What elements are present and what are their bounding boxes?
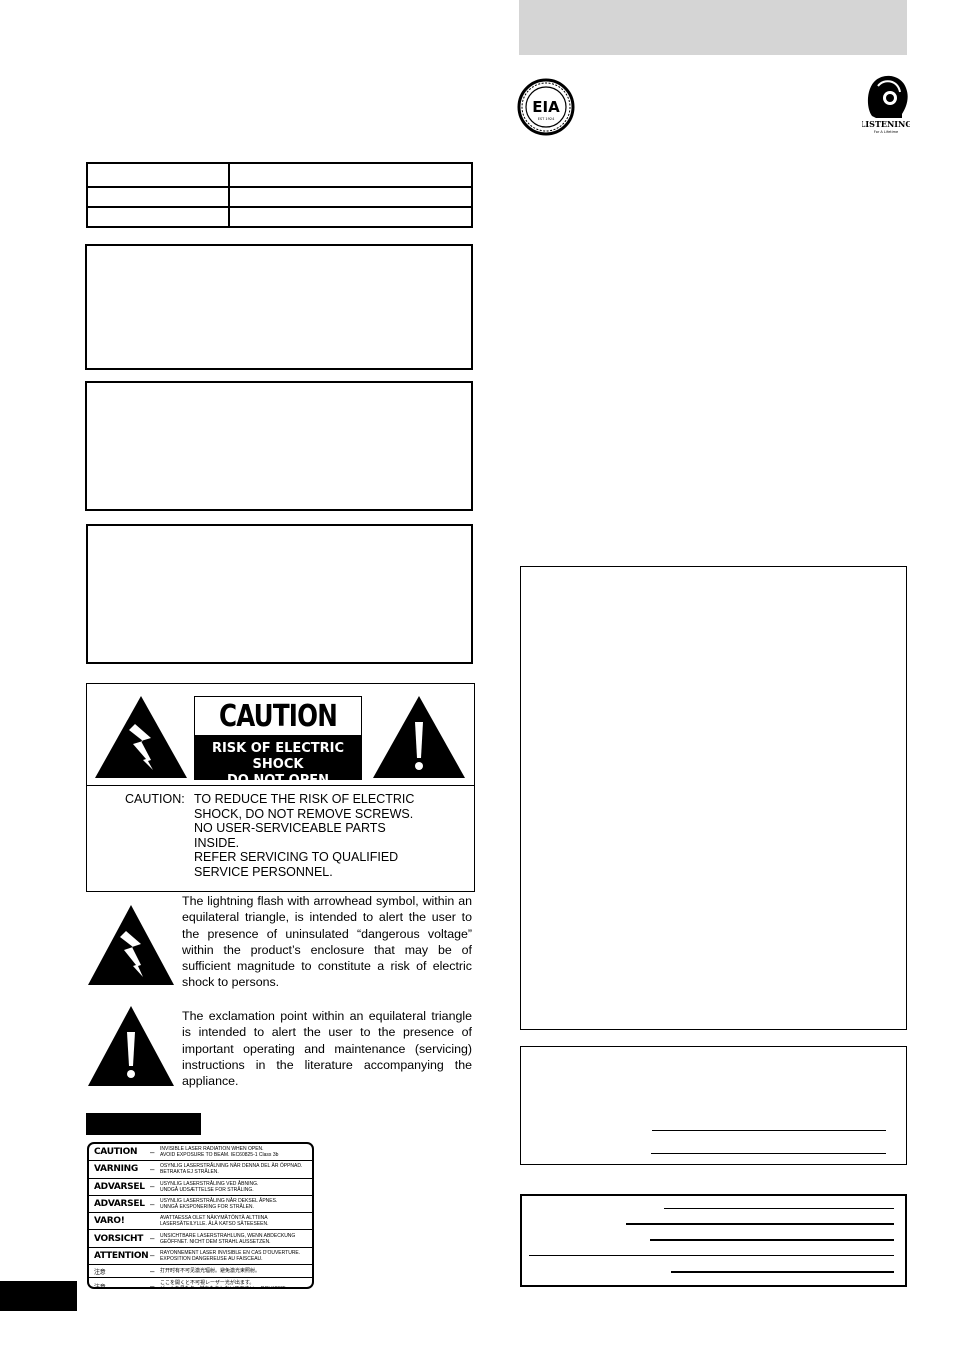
table-cell-label: [86, 162, 230, 188]
listening-logo: LISTENING For A Lifetime: [860, 72, 912, 136]
laser-label-dash: –: [150, 1266, 155, 1276]
spec-table: [86, 162, 473, 228]
laser-label-message: USYNLIG LASERSTRÅLING NÅR DEKSEL ÅPNES. …: [160, 1198, 278, 1211]
laser-label-message: 打开时有不可见激光辐射。避免激光束照射。: [160, 1268, 261, 1275]
laser-label-dash: –: [150, 1234, 155, 1244]
caution-label: CAUTION RISK OF ELECTRIC SHOCK DO NOT OP…: [194, 696, 362, 788]
listening-logo-subtext: For A Lifetime: [874, 130, 898, 134]
laser-label-row: VARO! AVATTAESSA OLET NÄKYMÄTÖNTÄ ALTTII…: [89, 1213, 312, 1231]
notice-box: [85, 381, 473, 511]
laser-label-row: 注意 – ここを開くと不可視レーザー光が出ます。 ビームを見たり、触れたりしない…: [89, 1278, 312, 1289]
caution-label-line1: RISK OF ELECTRIC SHOCK: [211, 741, 345, 772]
laser-label-word: VARNING: [94, 1164, 138, 1175]
page-number-tab: [0, 1281, 77, 1311]
laser-label-word: 注意: [94, 1283, 106, 1289]
laser-label-row: 注意 – 打开时有不可见激光辐射。避免激光束照射。: [89, 1265, 312, 1279]
fill-in-box: [520, 1046, 907, 1165]
laser-label-dash: –: [150, 1251, 155, 1261]
caution-panel: CAUTION RISK OF ELECTRIC SHOCK DO NOT OP…: [86, 683, 475, 892]
laser-label-message: ここを開くと不可視レーザー光が出ます。 ビームを見たり、触れたりしないで下さい。…: [160, 1280, 286, 1287]
table-cell-value: [228, 186, 473, 208]
laser-label-dash: –: [150, 1164, 155, 1174]
caution-label-title: CAUTION: [218, 699, 338, 734]
exclamation-symbol-description: The exclamation point within an equilate…: [182, 1009, 472, 1089]
laser-label-row: CAUTION – INVISIBLE LASER RADIATION WHEN…: [89, 1144, 312, 1162]
laser-label-message: AVATTAESSA OLET NÄKYMÄTÖNTÄ ALTTIINA LAS…: [160, 1215, 269, 1228]
laser-label-word: VORSICHT: [94, 1233, 144, 1244]
eia-logo-text: EIA: [532, 98, 560, 116]
eia-logo: EIA EST 1924: [516, 78, 576, 136]
laser-label-word: VARO!: [94, 1216, 125, 1227]
caution-body: TO REDUCE THE RISK OF ELECTRIC SHOCK, DO…: [194, 792, 415, 879]
laser-label-word: ADVARSEL: [94, 1199, 145, 1210]
laser-label-heading-bar: [86, 1113, 201, 1135]
laser-label-word: 注意: [94, 1268, 106, 1276]
exclamation-warning-icon: [86, 1004, 176, 1093]
laser-label-word: CAUTION: [94, 1147, 138, 1158]
laser-warning-label: CAUTION – INVISIBLE LASER RADIATION WHEN…: [87, 1142, 314, 1289]
lightning-warning-icon: [93, 694, 189, 785]
listening-logo-text: LISTENING: [862, 119, 910, 129]
caution-label-line2: DO NOT OPEN: [226, 773, 330, 788]
eia-logo-subtext: EST 1924: [538, 117, 555, 121]
table-cell-label: [86, 206, 230, 228]
laser-label-word: ATTENTION: [94, 1250, 149, 1261]
laser-label-message: OSYNLIG LASERSTRÅLNING NÄR DENNA DEL ÄR …: [160, 1163, 303, 1176]
laser-label-row: ATTENTION – RAYONNEMENT LASER INVISIBLE …: [89, 1248, 312, 1266]
laser-label-word: ADVARSEL: [94, 1181, 145, 1192]
fill-in-line[interactable]: [652, 1130, 886, 1131]
record-line[interactable]: [664, 1208, 894, 1209]
laser-label-dash: –: [150, 1199, 155, 1209]
table-cell-value: [228, 162, 473, 188]
laser-label-dash: –: [150, 1281, 155, 1289]
table-row: [86, 162, 473, 188]
fill-in-line[interactable]: [651, 1153, 886, 1154]
laser-label-message: INVISIBLE LASER RADIATION WHEN OPEN. AVO…: [160, 1146, 279, 1159]
notice-box: [85, 244, 473, 370]
laser-label-message: USYNLIG LASERSTRÅLING VED ÅBNING. UNDGÅ …: [160, 1180, 259, 1193]
laser-label-message: UNSICHTBARE LASERSTRAHLUNG, WENN ABDECKU…: [160, 1232, 296, 1245]
laser-label-dash: –: [150, 1182, 155, 1192]
table-row: [86, 186, 473, 208]
caution-heading: CAUTION:: [125, 792, 185, 806]
laser-label-message: RAYONNEMENT LASER INVISIBLE EN CAS D'OUV…: [160, 1249, 301, 1262]
caution-label-warning: RISK OF ELECTRIC SHOCK DO NOT OPEN: [195, 735, 361, 788]
notice-box-large: [520, 566, 907, 1030]
table-cell-value: [228, 206, 473, 228]
notice-box: [86, 524, 473, 664]
record-line[interactable]: [650, 1239, 894, 1241]
record-line[interactable]: [626, 1223, 894, 1225]
table-cell-label: [86, 186, 230, 208]
caution-divider: [87, 785, 474, 786]
record-line[interactable]: [529, 1255, 894, 1256]
record-box: [520, 1194, 907, 1287]
section-header-bar: [519, 0, 907, 55]
table-row: [86, 206, 473, 228]
laser-label-row: ADVARSEL – USYNLIG LASERSTRÅLING NÅR DEK…: [89, 1196, 312, 1214]
lightning-symbol-description: The lightning flash with arrowhead symbo…: [182, 894, 472, 990]
laser-label-row: ADVARSEL – USYNLIG LASERSTRÅLING VED ÅBN…: [89, 1179, 312, 1196]
record-line[interactable]: [671, 1271, 894, 1273]
lightning-warning-icon: [86, 903, 176, 992]
exclamation-warning-icon: [371, 694, 467, 785]
laser-label-row: VARNING – OSYNLIG LASERSTRÅLNING NÄR DEN…: [89, 1161, 312, 1179]
laser-label-dash: –: [150, 1147, 155, 1157]
laser-label-row: VORSICHT – UNSICHTBARE LASERSTRAHLUNG, W…: [89, 1230, 312, 1248]
